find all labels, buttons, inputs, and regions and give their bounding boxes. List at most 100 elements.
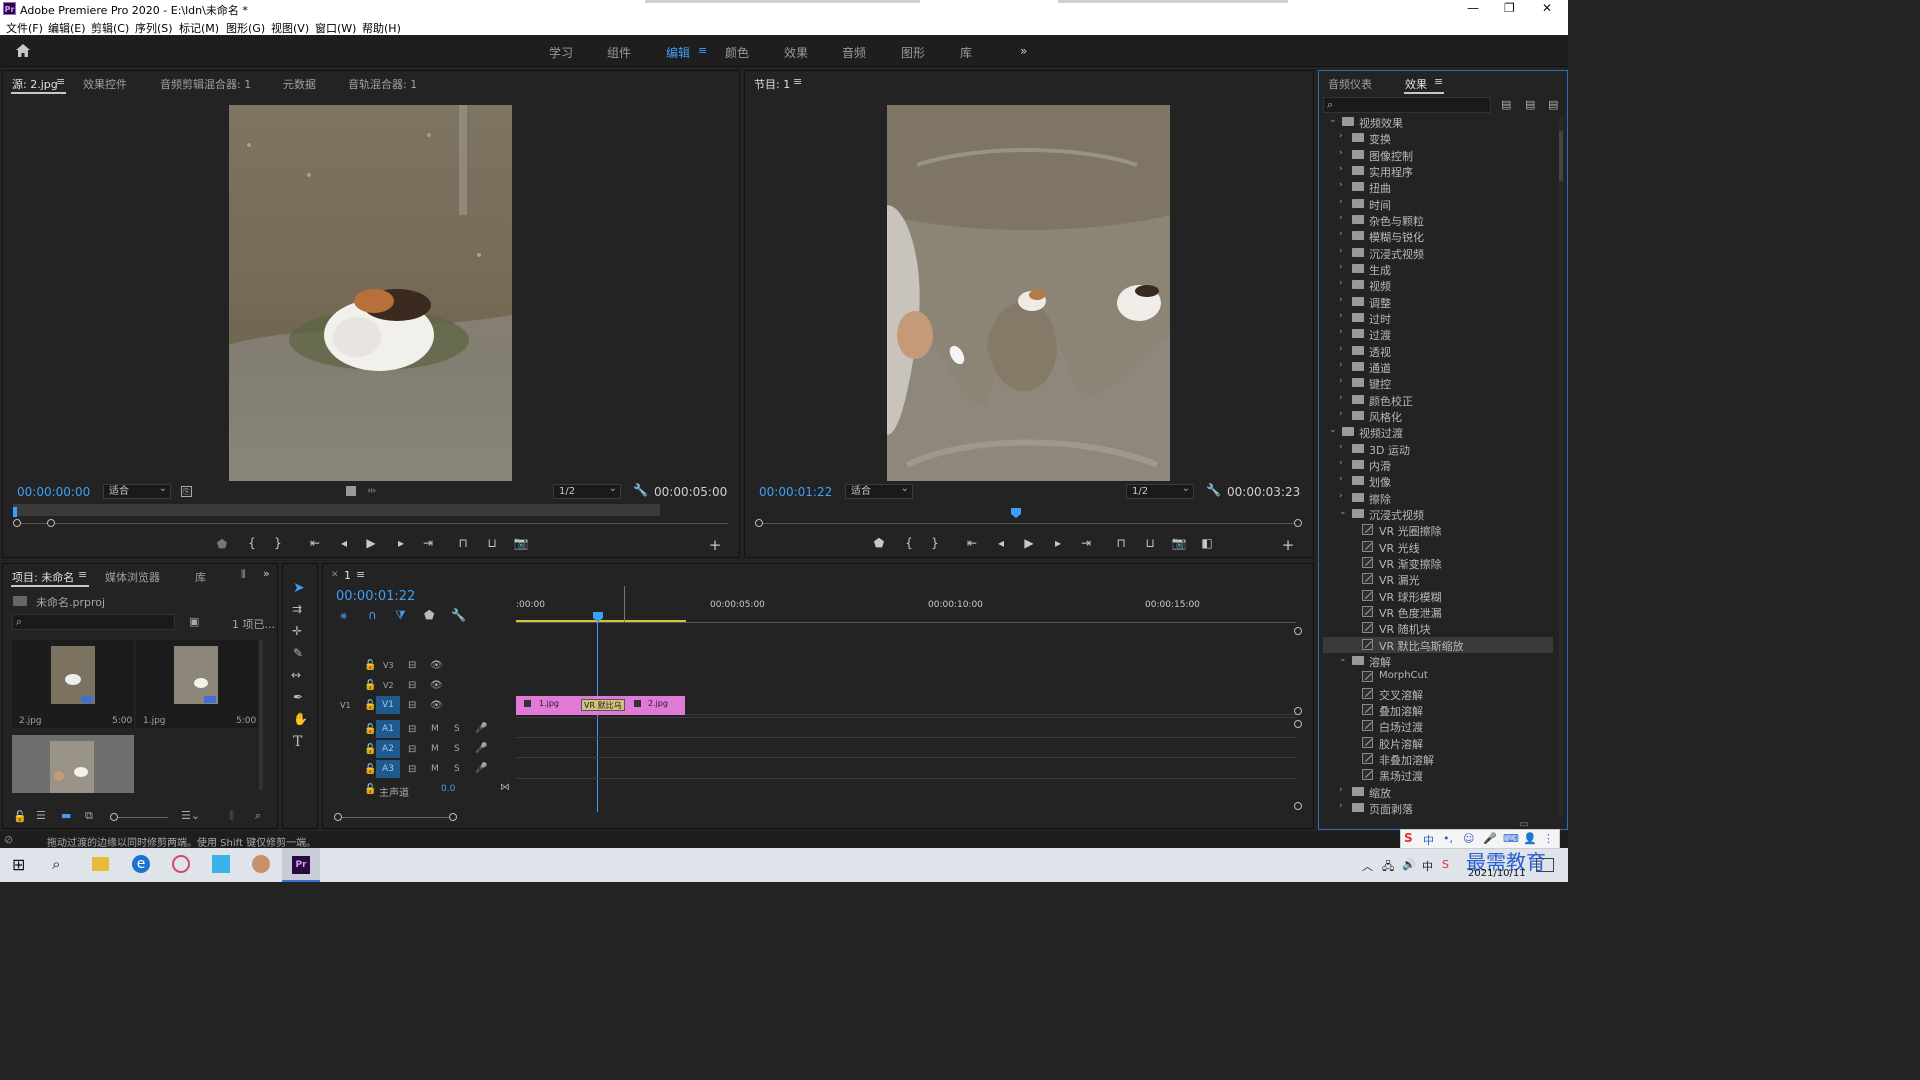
workspace-assembly[interactable]: 组件 bbox=[607, 44, 631, 61]
zoom-slider-handle[interactable] bbox=[110, 813, 118, 821]
solo-button[interactable]: S bbox=[454, 724, 460, 734]
scroll-handle[interactable] bbox=[1294, 802, 1302, 810]
source-playhead[interactable] bbox=[13, 507, 17, 517]
chevron-right-icon[interactable]: › bbox=[1339, 148, 1343, 158]
chevron-right-icon[interactable]: › bbox=[1339, 327, 1343, 337]
tab-audio-track-mixer[interactable]: 音轨混合器: 1 bbox=[348, 76, 417, 92]
zoom-handle-right[interactable] bbox=[449, 813, 457, 821]
chevron-down-icon[interactable]: ⌄ bbox=[1339, 654, 1347, 664]
effect-folder[interactable]: › 划像 bbox=[1323, 473, 1553, 489]
go-to-in-icon[interactable]: ⇤ bbox=[307, 536, 323, 550]
project-item[interactable]: 2.jpg 5:00 bbox=[12, 640, 134, 728]
source-video-frame[interactable] bbox=[229, 105, 512, 481]
tray-chevron-icon[interactable]: ︿ bbox=[1362, 858, 1373, 874]
microphone-icon[interactable]: 🎤 bbox=[475, 723, 487, 734]
effect-folder[interactable]: › 实用程序 bbox=[1323, 163, 1553, 179]
lock-icon[interactable]: 🔓 bbox=[364, 700, 376, 711]
zoom-handle-right[interactable] bbox=[47, 519, 55, 527]
effect-item[interactable]: VR 光线 bbox=[1323, 539, 1553, 555]
tab-audio-meters[interactable]: 音频仪表 bbox=[1328, 76, 1372, 92]
lock-icon[interactable]: 🔓 bbox=[364, 744, 376, 755]
effect-folder[interactable]: › 生成 bbox=[1323, 261, 1553, 277]
tab-metadata[interactable]: 元数据 bbox=[283, 76, 316, 92]
effect-item[interactable]: 叠加溶解 bbox=[1323, 702, 1553, 718]
edge-browser-icon[interactable]: e bbox=[132, 855, 150, 873]
eye-icon[interactable]: 👁 bbox=[430, 660, 443, 671]
mark-out-icon[interactable]: } bbox=[270, 536, 286, 550]
mark-in-icon[interactable]: { bbox=[901, 536, 917, 550]
menu-sequence[interactable]: 序列(S) bbox=[135, 20, 173, 36]
scroll-handle[interactable] bbox=[1294, 720, 1302, 728]
lock-icon[interactable]: 🔓 bbox=[364, 764, 376, 775]
mark-in-icon[interactable]: { bbox=[244, 536, 260, 550]
chevron-right-icon[interactable]: › bbox=[1339, 393, 1343, 403]
taskbar-search-icon[interactable]: ⌕ bbox=[52, 855, 60, 873]
mute-button[interactable]: M bbox=[431, 764, 439, 774]
premiere-taskbar-button[interactable]: Pr bbox=[282, 848, 320, 882]
tab-source[interactable]: 源: 2.jpg bbox=[12, 76, 58, 92]
mark-out-icon[interactable]: } bbox=[927, 536, 943, 550]
notification-icon[interactable] bbox=[1536, 858, 1554, 872]
go-to-out-icon[interactable]: ⇥ bbox=[1078, 536, 1094, 550]
program-video-frame[interactable] bbox=[887, 105, 1170, 481]
ime-icon[interactable]: 中 bbox=[1422, 858, 1433, 874]
ime-mode-icon[interactable]: 中 bbox=[1423, 832, 1434, 848]
sogou-icon[interactable]: S bbox=[1442, 858, 1449, 871]
go-to-out-icon[interactable]: ⇥ bbox=[420, 536, 436, 550]
list-view-icon[interactable]: ☰ bbox=[36, 809, 46, 822]
panel-menu-icon[interactable]: ≡ bbox=[356, 568, 365, 581]
panel-menu-icon[interactable]: ≡ bbox=[793, 75, 802, 88]
chevron-right-icon[interactable]: › bbox=[1339, 213, 1343, 223]
more-icon[interactable]: ⋮ bbox=[1543, 832, 1554, 845]
chevron-right-icon[interactable]: › bbox=[1339, 295, 1343, 305]
ime-toolbar[interactable]: S 中 •, ☺ 🎤 ⌨ 👤 ⋮ bbox=[1400, 829, 1560, 849]
effect-folder[interactable]: › 时间 bbox=[1323, 196, 1553, 212]
windows-start-icon[interactable]: ⊞ bbox=[12, 855, 25, 874]
32bit-effects-icon[interactable]: ▤ bbox=[1525, 98, 1535, 111]
source-zoom-bar[interactable] bbox=[13, 523, 728, 524]
minimize-icon[interactable]: — bbox=[1467, 1, 1479, 15]
track-target-a1[interactable]: A1 bbox=[376, 720, 400, 738]
home-icon[interactable] bbox=[15, 43, 31, 58]
sync-lock-icon[interactable]: ⊟ bbox=[408, 724, 416, 735]
chevron-right-icon[interactable]: › bbox=[1339, 458, 1343, 468]
solo-button[interactable]: S bbox=[454, 744, 460, 754]
microphone-icon[interactable]: 🎤 bbox=[475, 743, 487, 754]
button-editor-icon[interactable]: + bbox=[1280, 536, 1296, 554]
effect-folder[interactable]: › 变换 bbox=[1323, 130, 1553, 146]
effect-folder[interactable]: › 页面剥落 bbox=[1323, 800, 1553, 816]
zoom-handle-left[interactable] bbox=[755, 519, 763, 527]
effect-item[interactable]: VR 渐变擦除 bbox=[1323, 555, 1553, 571]
add-marker-icon[interactable]: ⬟ bbox=[214, 537, 230, 551]
insert-clip-icon[interactable]: ⊓ bbox=[455, 536, 471, 550]
solo-button[interactable]: S bbox=[454, 764, 460, 774]
mute-button[interactable]: M bbox=[431, 724, 439, 734]
sync-lock-icon[interactable]: ⊟ bbox=[408, 680, 416, 691]
chevron-right-icon[interactable]: › bbox=[1339, 229, 1343, 239]
tab-program[interactable]: 节目: 1 bbox=[754, 76, 790, 92]
lock-icon[interactable]: 🔓 bbox=[364, 660, 376, 671]
wrench-icon[interactable]: 🔧 bbox=[633, 483, 648, 497]
effect-folder[interactable]: › 3D 运动 bbox=[1323, 441, 1553, 457]
step-forward-icon[interactable]: ▸ bbox=[1050, 536, 1066, 550]
menu-help[interactable]: 帮助(H) bbox=[362, 20, 401, 36]
source-time-ruler[interactable] bbox=[13, 504, 660, 516]
add-marker-icon[interactable]: ⬟ bbox=[871, 536, 887, 550]
tab-project[interactable]: 项目: 未命名 bbox=[12, 569, 74, 585]
chevron-right-icon[interactable]: › bbox=[1339, 360, 1343, 370]
effect-item[interactable]: 交叉溶解 bbox=[1323, 686, 1553, 702]
sort-icon[interactable]: ☰⌄ bbox=[181, 809, 200, 822]
eye-icon[interactable]: 👁 bbox=[430, 680, 443, 691]
file-explorer-icon[interactable] bbox=[92, 857, 109, 871]
play-icon[interactable]: ▶ bbox=[1021, 536, 1037, 550]
effect-item[interactable]: VR 球形模糊 bbox=[1323, 588, 1553, 604]
timeline-timecode[interactable]: 00:00:01:22 bbox=[336, 589, 415, 604]
chevron-right-icon[interactable]: › bbox=[1339, 785, 1343, 795]
track-target-v1[interactable]: V1 bbox=[376, 696, 400, 714]
zoom-handle-right[interactable] bbox=[1294, 519, 1302, 527]
workspace-libraries[interactable]: 库 bbox=[960, 44, 972, 61]
panel-overflow-icon[interactable]: » bbox=[263, 567, 270, 580]
chevron-right-icon[interactable]: › bbox=[1339, 409, 1343, 419]
effect-folder[interactable]: › 风格化 bbox=[1323, 408, 1553, 424]
keyboard-icon[interactable]: ⌨ bbox=[1503, 832, 1519, 845]
